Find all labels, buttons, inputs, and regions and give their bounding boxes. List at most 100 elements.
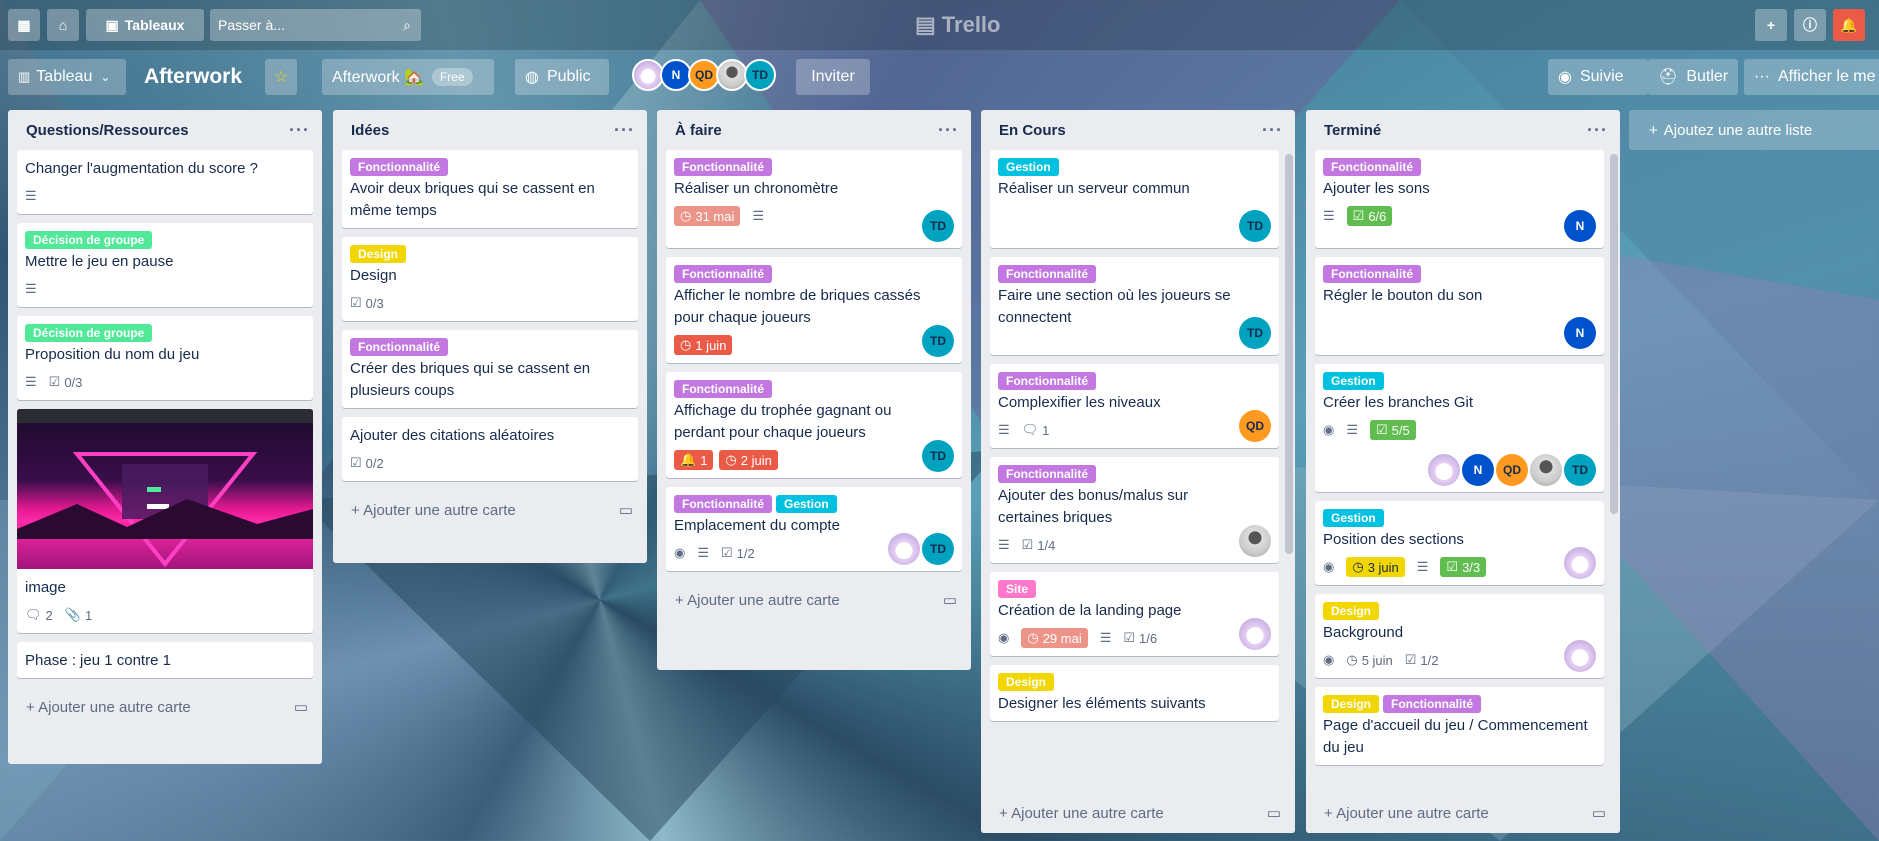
list-card[interactable]: Décision de groupe Proposition du nom du… — [17, 316, 313, 400]
add-list-button[interactable]: + Ajoutez une autre liste — [1629, 110, 1879, 150]
list-card[interactable]: Fonctionnalité Affichage du trophée gagn… — [666, 372, 962, 478]
show-menu-button[interactable]: ··· Afficher le me — [1744, 59, 1879, 95]
list-menu-icon[interactable]: ··· — [1587, 120, 1608, 141]
member-avatar[interactable]: TD — [1564, 454, 1596, 486]
list-card[interactable]: Gestion Position des sections ◉ ◷ 3 juin ☰ ☑… — [1315, 501, 1604, 585]
add-card-button[interactable]: + Ajouter une autre carte ▭ — [1306, 793, 1620, 833]
template-icon[interactable]: ▭ — [1592, 804, 1606, 822]
member-avatar[interactable]: N — [1564, 317, 1596, 349]
list-card[interactable]: Fonctionnalité Réaliser un chronomètre ◷… — [666, 150, 962, 248]
list-card[interactable]: Fonctionnalité Gestion Emplacement du com… — [666, 487, 962, 571]
list-card[interactable]: Changer l'augmentation du score ? ☰ — [17, 150, 313, 214]
list-card[interactable]: Fonctionnalité Ajouter des bonus/malus s… — [990, 457, 1279, 563]
member-avatar[interactable]: TD — [922, 325, 954, 357]
clock-icon: ◷ — [680, 337, 692, 352]
list-menu-icon[interactable]: ··· — [614, 120, 635, 141]
list-card[interactable]: Design Designer les éléments suivants — [990, 665, 1279, 721]
list-header[interactable]: Idées ··· — [333, 110, 647, 150]
list-card[interactable]: Design Design ☑ 0/3 — [342, 237, 638, 321]
list-card[interactable]: Fonctionnalité Afficher le nombre de bri… — [666, 257, 962, 363]
list-card[interactable]: Design Background ◉ ◷ 5 juin ☑ 1/2 — [1315, 594, 1604, 678]
create-icon[interactable]: + — [1755, 9, 1787, 41]
due-date-badge[interactable]: ◷ 5 juin — [1346, 652, 1392, 668]
list-card[interactable]: Gestion Créer les branches Git ◉ ☰ ☑ 5/5 N Q… — [1315, 364, 1604, 492]
member-avatar[interactable] — [1428, 454, 1460, 486]
list-menu-icon[interactable]: ··· — [1262, 120, 1283, 141]
member-avatar[interactable]: TD — [1239, 317, 1271, 349]
apps-icon[interactable]: ▦ — [8, 9, 40, 41]
list-card[interactable]: Fonctionnalité Faire une section où les … — [990, 257, 1279, 355]
list-menu-icon[interactable]: ··· — [289, 120, 310, 141]
member-avatar[interactable] — [1564, 640, 1596, 672]
search-input[interactable]: Passer à... ⌕ — [210, 9, 421, 41]
notification-icon[interactable]: 🔔 — [1833, 9, 1865, 41]
checklist-badge: ☑ 0/3 — [350, 295, 384, 311]
add-card-button[interactable]: + Ajouter une autre carte ▭ — [657, 580, 971, 620]
info-icon[interactable]: ⓘ — [1794, 9, 1826, 41]
visibility-button[interactable]: ◍ Public — [515, 59, 609, 95]
list-card[interactable]: image 🗨 2 📎 1 — [17, 409, 313, 633]
list-scrollbar[interactable] — [1285, 154, 1293, 554]
due-date-badge[interactable]: ◷ 1 juin — [674, 335, 733, 355]
team-button[interactable]: Afterwork 🏡 Free — [322, 59, 494, 95]
card-title: Page d'accueil du jeu / Commencement du … — [1323, 717, 1588, 756]
member-avatar[interactable]: TD — [1239, 210, 1271, 242]
list-card[interactable]: Fonctionnalité Créer des briques qui se … — [342, 330, 638, 408]
template-icon[interactable]: ▭ — [1267, 804, 1281, 822]
list-card[interactable]: Fonctionnalité Avoir deux briques qui se… — [342, 150, 638, 228]
board-title[interactable]: Afterwork — [134, 59, 256, 95]
member-avatar[interactable]: TD — [922, 440, 954, 472]
member-avatar[interactable] — [1239, 618, 1271, 650]
description-icon: ☰ — [998, 537, 1010, 552]
member-avatar[interactable] — [1530, 454, 1562, 486]
list-header[interactable]: Questions/Ressources ··· — [8, 110, 322, 150]
template-icon[interactable]: ▭ — [294, 698, 308, 716]
member-avatar[interactable]: QD — [1496, 454, 1528, 486]
follow-button[interactable]: ◉ Suivie — [1548, 59, 1648, 95]
notification-badge[interactable]: 🔔 1 — [674, 450, 714, 470]
list-card[interactable]: Fonctionnalité Ajouter les sons ☰ ☑ 6/6 N — [1315, 150, 1604, 248]
list-card[interactable]: Gestion Réaliser un serveur commun TD — [990, 150, 1279, 248]
list-header[interactable]: Terminé ··· — [1306, 110, 1620, 150]
butler-button[interactable]: ⛑ Butler — [1648, 59, 1738, 95]
boards-button[interactable]: ▣ Tableaux — [86, 9, 204, 41]
member-avatar[interactable]: N — [1462, 454, 1494, 486]
invite-button[interactable]: Inviter — [796, 59, 870, 95]
trello-logo[interactable]: ▤ Trello — [915, 12, 1000, 38]
list-card[interactable]: Décision de groupe Mettre le jeu en paus… — [17, 223, 313, 307]
checklist-icon: ☑ — [48, 374, 61, 389]
show-menu-label: Afficher le me — [1777, 68, 1876, 85]
list-menu-icon[interactable]: ··· — [938, 120, 959, 141]
list-card[interactable]: Design Fonctionnalité Page d'accueil du j… — [1315, 687, 1604, 765]
add-card-button[interactable]: + Ajouter une autre carte ▭ — [333, 490, 647, 530]
member-avatar[interactable]: QD — [1239, 410, 1271, 442]
avatar[interactable]: TD — [744, 59, 776, 91]
template-icon[interactable]: ▭ — [943, 591, 957, 609]
member-avatar[interactable] — [1564, 547, 1596, 579]
list-card[interactable]: Fonctionnalité Régler le bouton du son N — [1315, 257, 1604, 355]
board-view-icon: ▥ — [18, 69, 31, 84]
member-avatar[interactable]: N — [1564, 210, 1596, 242]
add-card-button[interactable]: + Ajouter une autre carte ▭ — [8, 687, 322, 727]
list-card[interactable]: Ajouter des citations aléatoires ☑ 0/2 — [342, 417, 638, 481]
eye-icon: ◉ — [1323, 652, 1335, 667]
due-date-badge[interactable]: ◷ 2 juin — [719, 450, 778, 470]
list-header[interactable]: En Cours ··· — [981, 110, 1295, 150]
template-icon[interactable]: ▭ — [619, 501, 633, 519]
list-card[interactable]: Fonctionnalité Complexifier les niveaux … — [990, 364, 1279, 448]
list-header[interactable]: À faire ··· — [657, 110, 971, 150]
star-icon[interactable]: ☆ — [265, 59, 297, 95]
member-avatar[interactable] — [888, 533, 920, 565]
list-card[interactable]: Site Création de la landing page ◉ ◷ 29 ma… — [990, 572, 1279, 656]
board-view-switcher[interactable]: ▥ Tableau ⌄ — [8, 59, 126, 95]
member-avatar[interactable] — [1239, 525, 1271, 557]
home-icon[interactable]: ⌂ — [47, 9, 79, 41]
due-date-badge[interactable]: ◷ 3 juin — [1346, 557, 1405, 577]
due-date-badge[interactable]: ◷ 29 mai — [1021, 628, 1088, 648]
list-scrollbar[interactable] — [1610, 154, 1618, 514]
list-card[interactable]: Phase : jeu 1 contre 1 — [17, 642, 313, 678]
member-avatar[interactable]: TD — [922, 533, 954, 565]
due-date-badge[interactable]: ◷ 31 mai — [674, 206, 741, 226]
member-avatar[interactable]: TD — [922, 210, 954, 242]
add-card-button[interactable]: + Ajouter une autre carte ▭ — [981, 793, 1295, 833]
